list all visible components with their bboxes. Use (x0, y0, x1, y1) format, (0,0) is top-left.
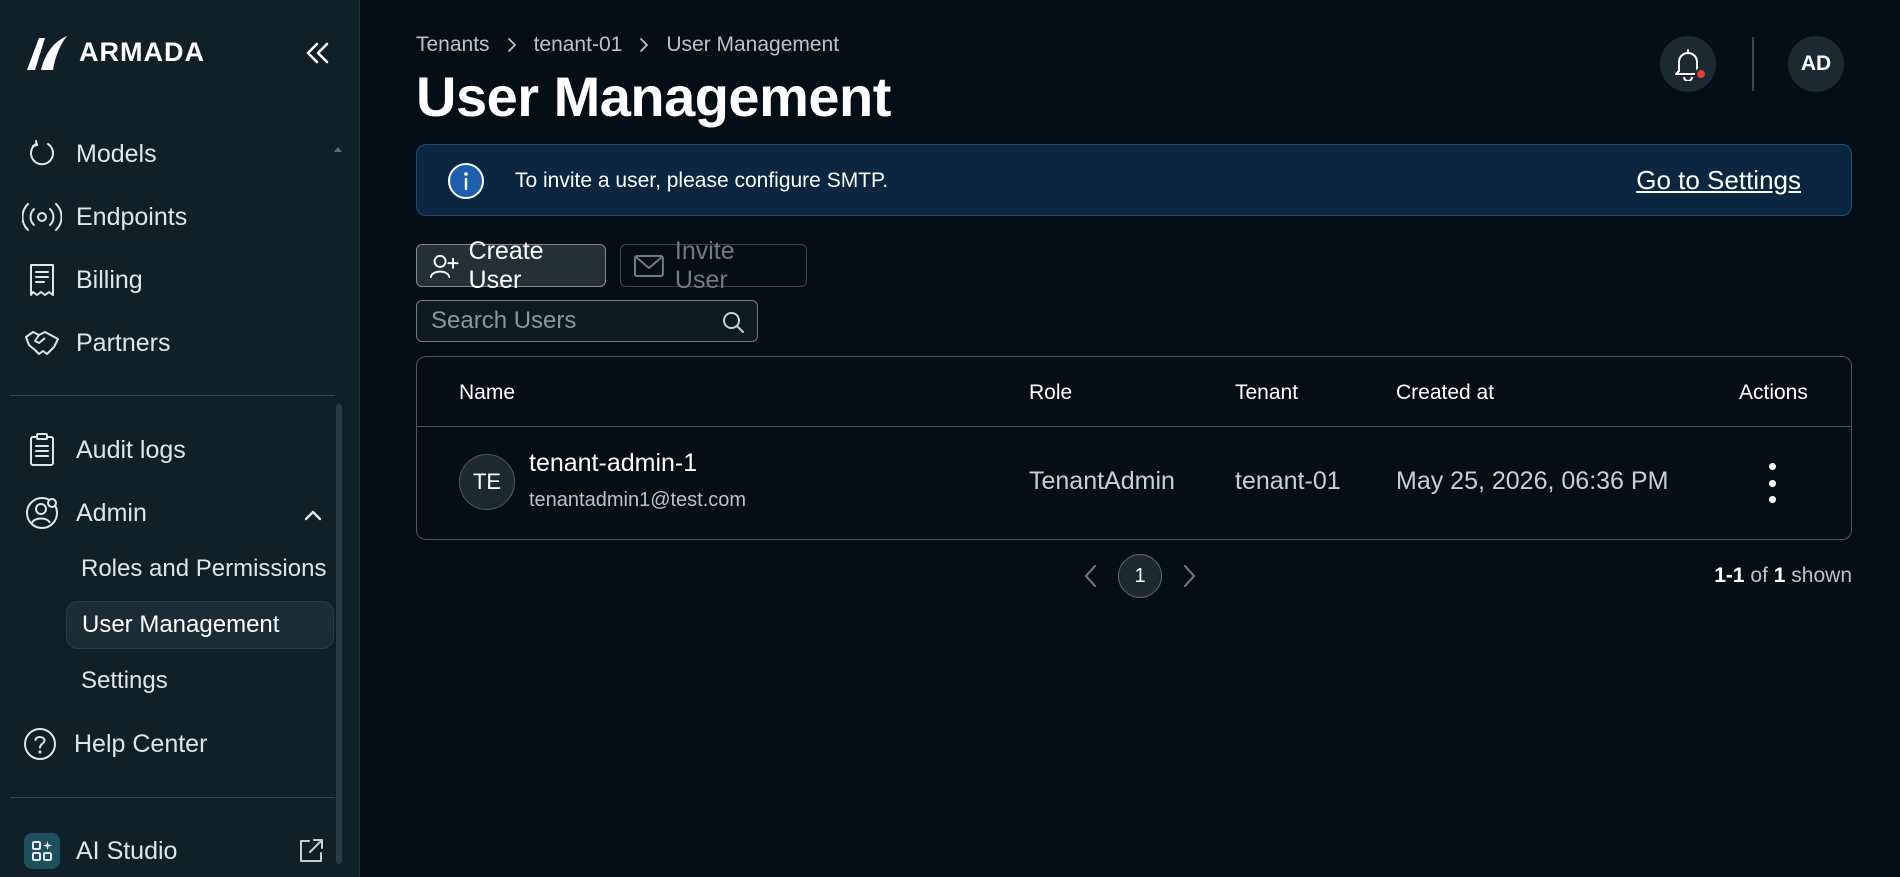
sidebar-item-settings[interactable]: Settings (66, 657, 334, 705)
user-role: TenantAdmin (1029, 467, 1175, 495)
user-avatar-button[interactable]: AD (1788, 36, 1844, 92)
create-user-button[interactable]: Create User (416, 237, 606, 294)
sidebar-item-label: Help Center (74, 729, 208, 758)
external-link-icon[interactable] (296, 836, 326, 866)
sidebar-item-label: Roles and Permissions (81, 555, 327, 582)
app-root: ARMADA Models Endpoints Billing Partners… (0, 0, 1900, 877)
chevron-left-icon (1085, 565, 1096, 587)
breadcrumb-current: User Management (666, 33, 840, 56)
breadcrumb-tenants[interactable]: Tenants (416, 33, 490, 57)
scroll-up-arrow-icon[interactable] (334, 147, 342, 152)
kebab-dot-icon (1768, 496, 1776, 503)
sidebar-item-label: Audit logs (76, 435, 186, 464)
search-icon[interactable] (721, 310, 745, 334)
sidebar-item-user-management[interactable]: User Management (66, 601, 334, 649)
chevron-right-icon (638, 36, 650, 54)
column-header-tenant[interactable]: Tenant (1235, 381, 1298, 405)
help-icon (20, 724, 60, 764)
partners-icon (22, 323, 62, 363)
sidebar-item-label: Endpoints (76, 202, 188, 231)
endpoints-icon (22, 197, 62, 237)
sidebar-item-help-center[interactable]: Help Center (20, 722, 207, 766)
sidebar-item-billing[interactable]: Billing (22, 258, 143, 302)
user-tenant: tenant-01 (1235, 467, 1341, 495)
kebab-dot-icon (1768, 479, 1776, 487)
user-name: tenant-admin-1 (529, 449, 698, 477)
notification-dot (1695, 68, 1707, 80)
column-header-actions: Actions (1739, 381, 1808, 404)
sidebar-item-audit-logs[interactable]: Audit logs (22, 428, 186, 472)
users-table: Name Role Tenant Created at Actions TE t… (416, 356, 1852, 540)
column-header-role[interactable]: Role (1029, 381, 1072, 405)
info-icon (448, 163, 484, 199)
brand-name: ARMADA (79, 36, 205, 67)
chevron-right-icon (1184, 565, 1195, 587)
armada-logo-icon (27, 36, 67, 70)
page-range: 1-1 (1714, 564, 1745, 587)
invite-user-button[interactable]: Invite User (620, 237, 807, 294)
breadcrumb-tenant[interactable]: tenant-01 (534, 33, 623, 57)
sidebar-item-ai-studio[interactable]: AI Studio (22, 829, 177, 873)
sidebar-divider (10, 797, 335, 798)
pagination: 1 (1074, 554, 1206, 598)
search-box (416, 300, 758, 342)
invite-user-label: Invite User (674, 236, 735, 294)
sidebar-item-admin[interactable]: Admin (22, 491, 332, 535)
page-count: 1-1 of 1 shown (1714, 564, 1852, 588)
audit-logs-icon (22, 430, 62, 470)
sidebar-item-label: Partners (76, 328, 171, 357)
search-input[interactable] (417, 301, 707, 341)
table-header: Name Role Tenant Created at Actions (417, 357, 1851, 427)
sidebar-item-label: User Management (82, 611, 280, 638)
brand-logo[interactable]: ARMADA (25, 32, 205, 72)
column-header-created-at[interactable]: Created at (1396, 381, 1494, 405)
ai-studio-icon (22, 831, 62, 871)
header-divider (1752, 37, 1754, 91)
kebab-dot-icon (1768, 463, 1776, 470)
sidebar-item-label: Billing (76, 265, 143, 294)
banner-text: To invite a user, please configure SMTP. (515, 169, 889, 192)
table-row[interactable]: TE tenant-admin-1 tenantadmin1@test.com … (417, 427, 1851, 540)
column-header-name[interactable]: Name (459, 381, 515, 405)
models-icon (22, 134, 62, 174)
admin-icon (22, 493, 62, 533)
page-number-button[interactable]: 1 (1118, 554, 1162, 598)
page-total: 1 (1773, 564, 1786, 587)
breadcrumb: Tenants tenant-01 User Management (416, 30, 839, 60)
notifications-button[interactable] (1660, 36, 1716, 92)
sidebar-scrollbar[interactable] (336, 404, 342, 864)
page-title: User Management (416, 65, 891, 128)
prev-page-button[interactable] (1074, 554, 1108, 598)
row-actions-menu-button[interactable] (1757, 463, 1787, 503)
user-plus-icon (429, 254, 459, 278)
mail-icon (633, 254, 664, 277)
page-shown-word: shown (1791, 564, 1852, 587)
billing-icon (22, 260, 62, 300)
collapse-sidebar-button[interactable] (300, 36, 334, 70)
sidebar-item-endpoints[interactable]: Endpoints (22, 195, 187, 239)
avatar: TE (459, 454, 515, 510)
sidebar-item-label: Admin (76, 498, 147, 527)
sidebar: ARMADA Models Endpoints Billing Partners… (0, 0, 360, 877)
sidebar-divider (10, 395, 335, 396)
sidebar-item-label: Models (76, 139, 157, 168)
create-user-label: Create User (468, 236, 544, 294)
next-page-button[interactable] (1172, 554, 1206, 598)
sidebar-item-label: Settings (81, 667, 168, 694)
smtp-info-banner: To invite a user, please configure SMTP.… (416, 144, 1852, 216)
user-email: tenantadmin1@test.com (529, 489, 747, 511)
chevron-right-icon (506, 36, 518, 54)
user-created-at: May 25, 2026, 06:36 PM (1396, 467, 1669, 495)
sidebar-item-models[interactable]: Models (22, 132, 157, 176)
chevron-up-icon[interactable] (300, 502, 326, 528)
sidebar-item-roles-and-permissions[interactable]: Roles and Permissions (66, 545, 334, 593)
page-of-word: of (1750, 564, 1768, 587)
go-to-settings-link[interactable]: Go to Settings (1636, 165, 1801, 196)
sidebar-item-label: AI Studio (76, 836, 178, 865)
double-chevron-left-icon (306, 42, 329, 64)
sidebar-item-partners[interactable]: Partners (22, 321, 170, 365)
